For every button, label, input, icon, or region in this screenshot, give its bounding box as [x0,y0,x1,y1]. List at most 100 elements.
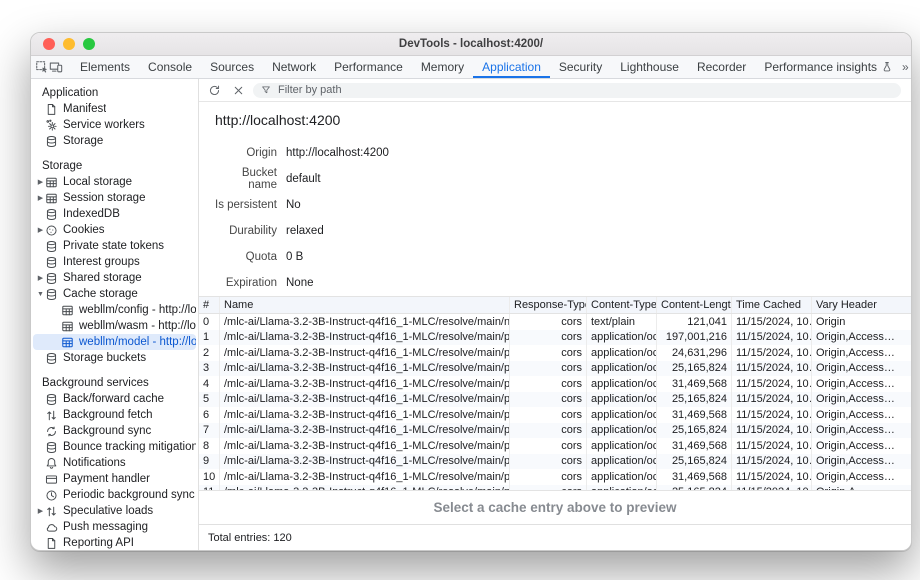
sidebar-item-periodic-background-sync[interactable]: Periodic background sync [33,487,196,503]
tab-console[interactable]: Console [139,56,201,78]
chevron-right-icon[interactable]: ▶ [36,507,45,515]
sidebar-item-payment-handler[interactable]: Payment handler [33,471,196,487]
chevron-right-icon[interactable]: ▶ [36,178,45,186]
sidebar-item-webllm-model-http-loc[interactable]: webllm/model - http://loc… [33,334,196,350]
table-row[interactable]: 3/mlc-ai/Llama-3.2-3B-Instruct-q4f16_1-M… [199,361,911,377]
sidebar-item-cookies[interactable]: ▶Cookies [33,222,196,238]
filter-input[interactable] [276,83,893,97]
sidebar-item-indexeddb[interactable]: IndexedDB [33,206,196,222]
chevron-down-icon[interactable]: ▼ [36,291,45,298]
table-row[interactable]: 7/mlc-ai/Llama-3.2-3B-Instruct-q4f16_1-M… [199,423,911,439]
sidebar-item-back-forward-cache[interactable]: Back/forward cache [33,391,196,407]
table-row[interactable]: 1/mlc-ai/Llama-3.2-3B-Instruct-q4f16_1-M… [199,330,911,346]
metadata-value: http://localhost:4200 [286,147,389,159]
sidebar-item-speculative-loads[interactable]: ▶Speculative loads [33,503,196,519]
column-header-time-cached[interactable]: Time Cached [732,297,812,313]
sidebar-item-cache-storage[interactable]: ▼Cache storage [33,286,196,302]
cell-response-type: cors [510,361,587,377]
chevron-right-icon[interactable]: ▶ [36,226,45,234]
table-row[interactable]: 0/mlc-ai/Llama-3.2-3B-Instruct-q4f16_1-M… [199,314,911,330]
sidebar-item-storage[interactable]: Storage [33,133,196,149]
sidebar-item-push-messaging[interactable]: Push messaging [33,519,196,535]
sidebar-item-label: Periodic background sync [63,489,195,501]
metadata-label: Expiration [215,277,277,289]
service-worker-icon [45,119,58,132]
sidebar-section: ApplicationManifestService workersStorag… [31,85,198,149]
table-row[interactable]: 4/mlc-ai/Llama-3.2-3B-Instruct-q4f16_1-M… [199,376,911,392]
sidebar-item-private-state-tokens[interactable]: Private state tokens [33,238,196,254]
delete-selected-icon[interactable] [229,81,247,99]
tab-recorder[interactable]: Recorder [688,56,755,78]
table-icon [61,336,74,349]
beaker-icon [881,61,893,73]
metadata-row: Originhttp://localhost:4200 [215,140,911,166]
origin-summary: http://localhost:4200 Originhttp://local… [199,102,911,296]
tab-elements[interactable]: Elements [71,56,139,78]
more-panels-icon[interactable]: » [902,60,908,74]
devtools-tabbar: ElementsConsoleSourcesNetworkPerformance… [31,56,911,79]
table-row[interactable]: 5/mlc-ai/Llama-3.2-3B-Instruct-q4f16_1-M… [199,392,911,408]
chevron-right-icon[interactable]: ▶ [36,194,45,202]
document-icon [45,537,58,550]
sidebar-item-webllm-wasm-http-loca[interactable]: webllm/wasm - http://loca… [33,318,196,334]
sidebar-item-service-workers[interactable]: Service workers [33,117,196,133]
sidebar-item-manifest[interactable]: Manifest [33,101,196,117]
bell-icon [45,457,58,470]
cell-content-type: application/oc… [587,423,657,439]
sidebar-item-session-storage[interactable]: ▶Session storage [33,190,196,206]
table-row[interactable]: 8/mlc-ai/Llama-3.2-3B-Instruct-q4f16_1-M… [199,438,911,454]
cell-content-length: 25,165,824 [657,423,732,439]
sidebar-item-label: Manifest [63,103,106,115]
sidebar-item-webllm-config-http-loc[interactable]: webllm/config - http://loc… [33,302,196,318]
tab-sources[interactable]: Sources [201,56,263,78]
metadata-row: Durabilityrelaxed [215,218,911,244]
column-header-response-type[interactable]: Response-Type [510,297,587,313]
tab-memory[interactable]: Memory [412,56,473,78]
sidebar-item-background-sync[interactable]: Background sync [33,423,196,439]
tab-security[interactable]: Security [550,56,611,78]
chevron-right-icon[interactable]: ▶ [36,274,45,282]
tab-performance-insights[interactable]: Performance insights [755,56,902,78]
database-icon [45,240,58,253]
refresh-icon[interactable] [205,81,223,99]
sidebar-item-background-fetch[interactable]: Background fetch [33,407,196,423]
sidebar-item-storage-buckets[interactable]: Storage buckets [33,350,196,366]
column-header-index[interactable]: # [199,297,220,313]
sidebar-item-notifications[interactable]: Notifications [33,455,196,471]
tab-network[interactable]: Network [263,56,325,78]
cell-time-cached: 11/15/2024, 10… [732,314,812,330]
cell-index: 3 [199,361,220,377]
tab-performance[interactable]: Performance [325,56,412,78]
tab-application[interactable]: Application [473,56,550,78]
cell-response-type: cors [510,392,587,408]
table-row[interactable]: 9/mlc-ai/Llama-3.2-3B-Instruct-q4f16_1-M… [199,454,911,470]
column-header-content-type[interactable]: Content-Type [587,297,657,313]
cell-vary-header: Origin,Access… [812,438,911,454]
table-row[interactable]: 2/mlc-ai/Llama-3.2-3B-Instruct-q4f16_1-M… [199,345,911,361]
column-header-name[interactable]: Name [220,297,510,313]
sidebar-item-shared-storage[interactable]: ▶ Shared storage [33,270,196,286]
metadata-label: Is persistent [215,199,277,211]
cell-response-type: cors [510,454,587,470]
column-header-content-length[interactable]: Content-Length [657,297,732,313]
payment-card-icon [45,473,58,486]
cell-time-cached: 11/15/2024, 10… [732,345,812,361]
table-row[interactable]: 6/mlc-ai/Llama-3.2-3B-Instruct-q4f16_1-M… [199,407,911,423]
table-row[interactable]: 10/mlc-ai/Llama-3.2-3B-Instruct-q4f16_1-… [199,469,911,485]
cell-name: /mlc-ai/Llama-3.2-3B-Instruct-q4f16_1-ML… [220,361,510,377]
sidebar-item-label: Shared storage [63,272,142,284]
sidebar-item-bounce-tracking-mitigations[interactable]: Bounce tracking mitigations [33,439,196,455]
inspect-element-icon[interactable] [35,58,49,76]
column-header-vary-header[interactable]: Vary Header [812,297,911,313]
window-title: DevTools - localhost:4200/ [31,38,911,50]
sidebar-item-reporting-api[interactable]: Reporting API [33,535,196,550]
desktop: DevTools - localhost:4200/ Elements Conso… [0,0,920,580]
tab-label: Console [148,60,192,74]
device-toolbar-icon[interactable] [49,58,63,76]
sidebar-item-interest-groups[interactable]: Interest groups [33,254,196,270]
filter-box[interactable] [253,83,901,98]
cell-vary-header: Origin,Access… [812,454,911,470]
tab-lighthouse[interactable]: Lighthouse [611,56,688,78]
sidebar-item-local-storage[interactable]: ▶Local storage [33,174,196,190]
cell-content-length: 25,165,824 [657,392,732,408]
